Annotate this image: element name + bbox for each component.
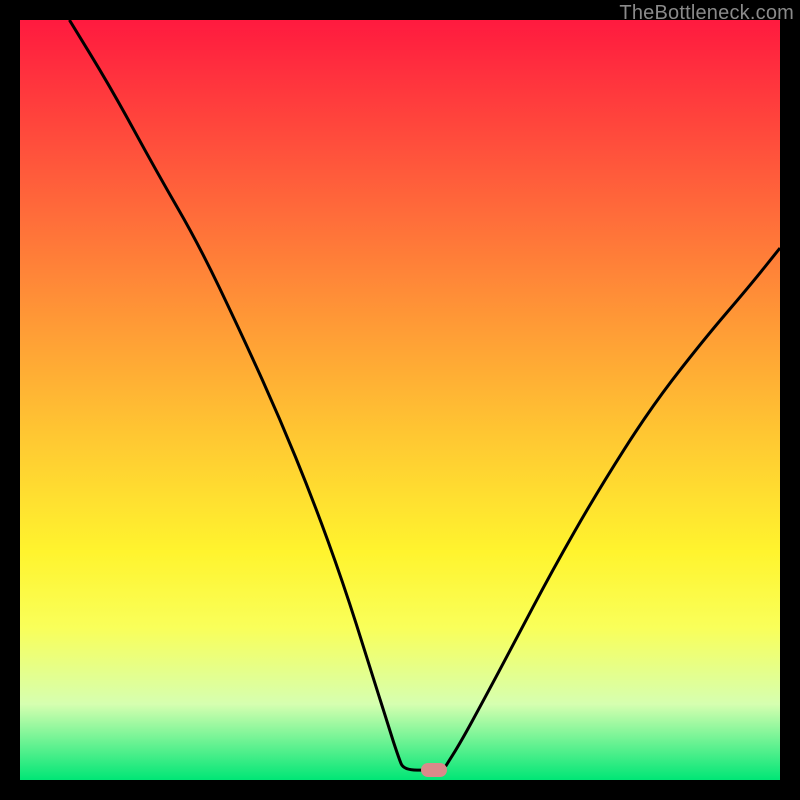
curve-left <box>69 20 430 770</box>
chart-frame: TheBottleneck.com <box>0 0 800 800</box>
plot-area <box>20 20 780 780</box>
bottleneck-marker <box>421 763 447 777</box>
curve-right <box>446 248 780 766</box>
bottleneck-curve <box>20 20 780 780</box>
